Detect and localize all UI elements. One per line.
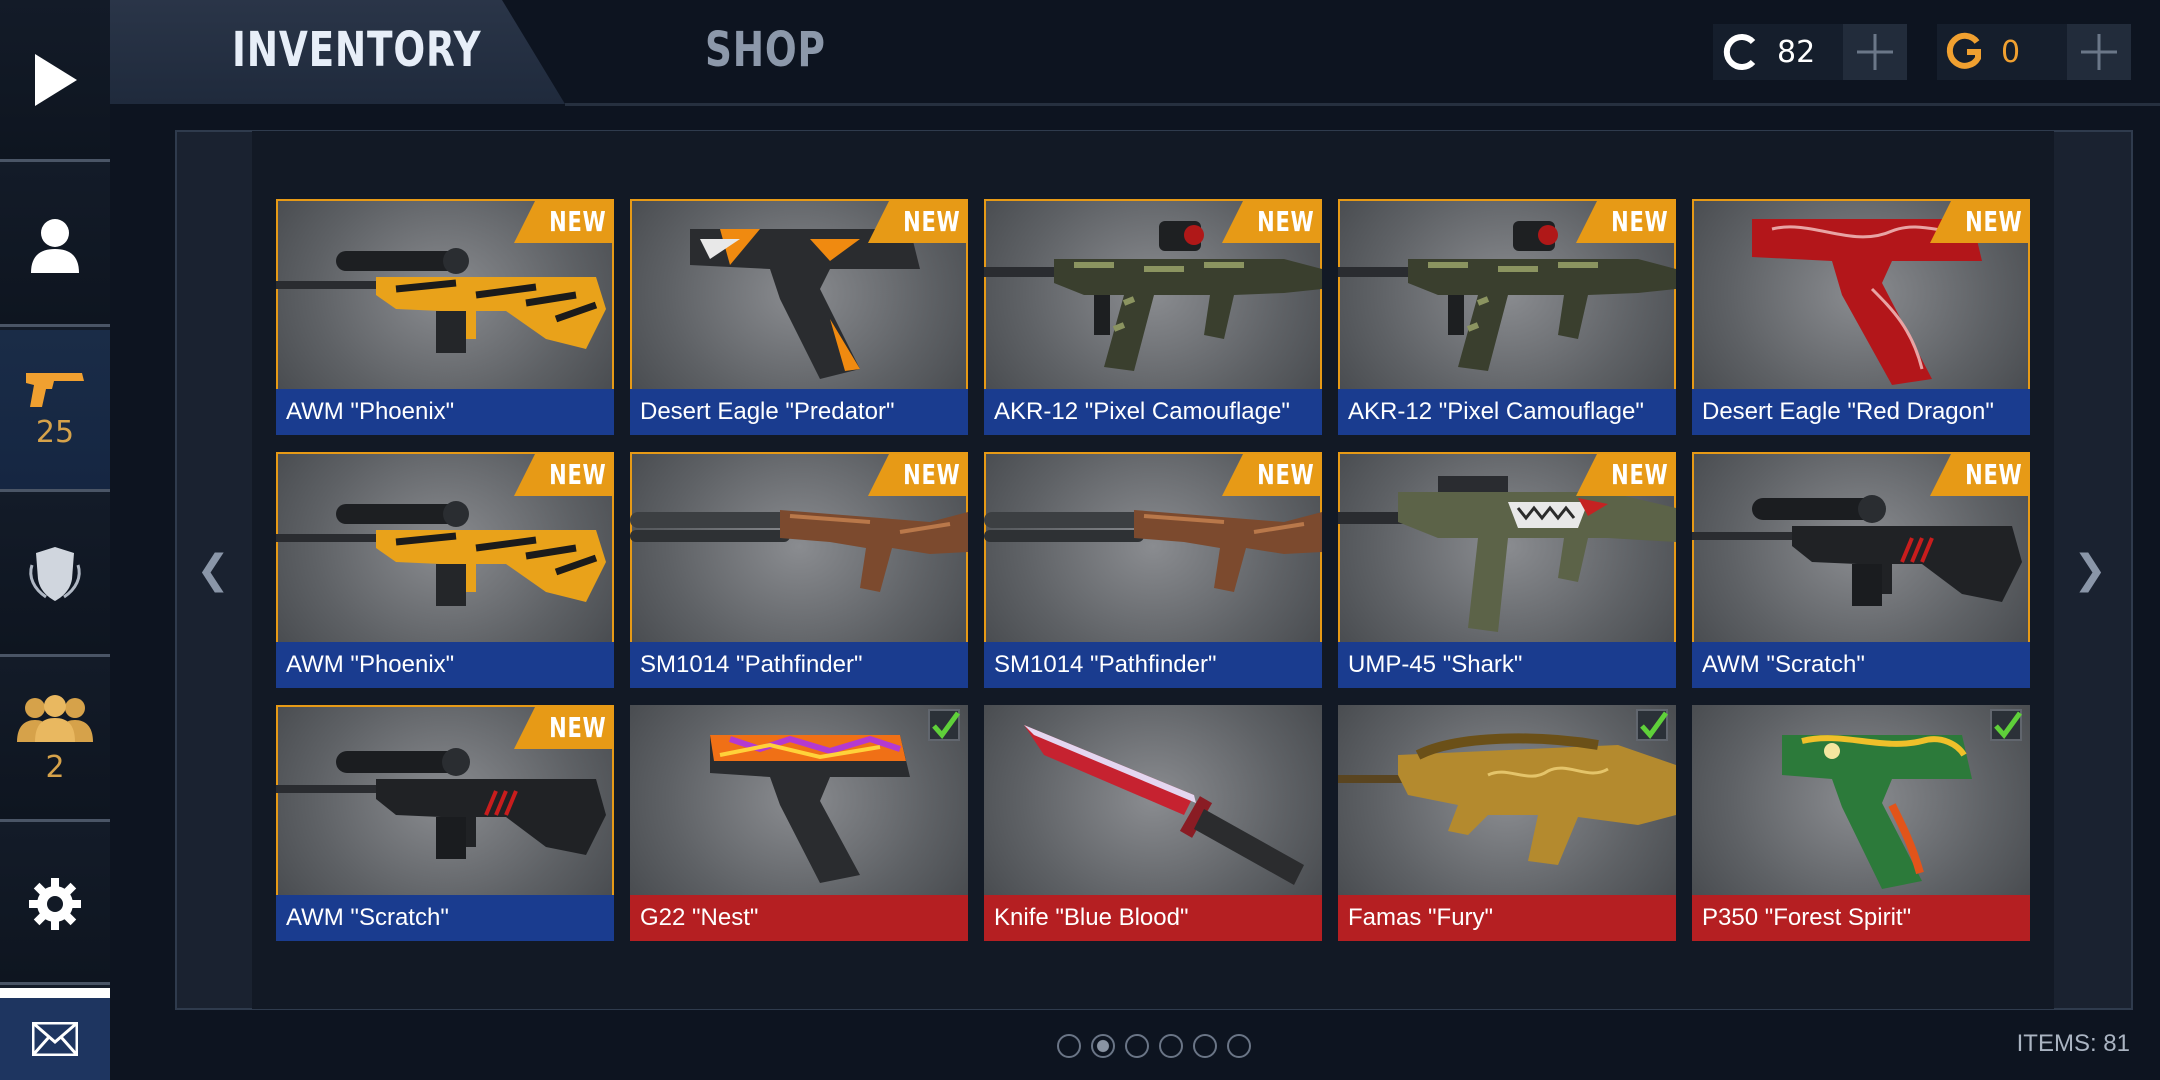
weapon-image xyxy=(1338,733,1676,865)
inventory-item[interactable]: NEW AWM "Phoenix" xyxy=(276,199,614,435)
tab-inventory[interactable]: INVENTORY xyxy=(232,22,481,78)
page-dot[interactable] xyxy=(1193,1034,1217,1058)
gold-counter: 0 xyxy=(1937,24,2131,80)
inventory-item[interactable]: NEW AWM "Phoenix" xyxy=(276,452,614,688)
friends-button[interactable]: 2 xyxy=(0,660,110,822)
weapon-image xyxy=(710,735,910,883)
add-credits-button[interactable] xyxy=(1843,24,1907,80)
plus-icon xyxy=(2081,34,2117,70)
mail-icon xyxy=(32,1022,78,1056)
inventory-item[interactable]: NEW AKR-12 "Pixel Camouflage" xyxy=(984,199,1322,435)
clan-button[interactable] xyxy=(0,495,110,657)
item-name: AWM "Phoenix" xyxy=(276,642,614,688)
equipped-check-icon xyxy=(1636,709,1669,741)
new-badge-label: NEW xyxy=(1964,205,2022,238)
inventory-item[interactable]: Knife "Blue Blood" xyxy=(984,705,1322,941)
item-name: Famas "Fury" xyxy=(1338,895,1676,941)
item-name: AWM "Scratch" xyxy=(1692,642,2030,688)
play-button[interactable] xyxy=(0,0,110,162)
inventory-item[interactable]: NEW SM1014 "Pathfinder" xyxy=(630,452,968,688)
sidebar: 25 2 xyxy=(0,0,110,1080)
inventory-grid: NEW AWM "Phoenix" NEW Desert Eagle "Predat… xyxy=(276,199,2030,941)
gold-icon xyxy=(1937,24,1993,80)
inventory-item[interactable]: NEW AKR-12 "Pixel Camouflage" xyxy=(1338,199,1676,435)
item-name: SM1014 "Pathfinder" xyxy=(630,642,968,688)
item-name: Desert Eagle "Red Dragon" xyxy=(1692,389,2030,435)
inventory-item[interactable]: NEW UMP-45 "Shark" xyxy=(1338,452,1676,688)
shield-icon xyxy=(29,546,81,601)
new-badge-label: NEW xyxy=(1256,458,1314,491)
equipped-check-icon xyxy=(1990,709,2023,741)
divider xyxy=(565,103,2160,106)
item-name: UMP-45 "Shark" xyxy=(1338,642,1676,688)
credits-counter: 82 xyxy=(1713,24,1907,80)
items-count: ITEMS: 81 xyxy=(2016,1030,2130,1057)
inventory-item[interactable]: NEW Desert Eagle "Predator" xyxy=(630,199,968,435)
play-icon xyxy=(35,53,77,106)
item-name: P350 "Forest Spirit" xyxy=(1692,895,2030,941)
inventory-item[interactable]: G22 "Nest" xyxy=(630,705,968,941)
new-badge-label: NEW xyxy=(902,458,960,491)
friends-count: 2 xyxy=(45,750,65,785)
inventory-item[interactable]: NEW AWM "Scratch" xyxy=(1692,452,2030,688)
page-indicator xyxy=(1057,1034,1251,1058)
item-name: AWM "Phoenix" xyxy=(276,389,614,435)
weapons-button[interactable]: 25 xyxy=(0,330,110,492)
item-name: G22 "Nest" xyxy=(630,895,968,941)
item-name: AKR-12 "Pixel Camouflage" xyxy=(1338,389,1676,435)
gear-icon xyxy=(29,877,81,930)
equipped-check-icon xyxy=(928,709,961,741)
user-icon xyxy=(31,218,79,273)
weapon-image xyxy=(1782,735,1972,889)
add-gold-button[interactable] xyxy=(2067,24,2131,80)
new-badge-label: NEW xyxy=(1610,205,1668,238)
inventory-item[interactable]: Famas "Fury" xyxy=(1338,705,1676,941)
plus-icon xyxy=(1857,34,1893,70)
next-page-button[interactable]: ❯ xyxy=(2070,545,2110,595)
mail-button[interactable] xyxy=(0,988,110,1080)
inventory-item[interactable]: NEW Desert Eagle "Red Dragon" xyxy=(1692,199,2030,435)
new-badge-label: NEW xyxy=(902,205,960,238)
pistol-icon xyxy=(26,373,84,407)
friends-icon xyxy=(17,695,93,742)
new-badge-label: NEW xyxy=(1256,205,1314,238)
page-dot[interactable] xyxy=(1091,1034,1115,1058)
inventory-item[interactable]: NEW SM1014 "Pathfinder" xyxy=(984,452,1322,688)
page-dot[interactable] xyxy=(1227,1034,1251,1058)
new-badge-label: NEW xyxy=(548,205,606,238)
settings-button[interactable] xyxy=(0,825,110,985)
item-name: Knife "Blue Blood" xyxy=(984,895,1322,941)
item-name: AKR-12 "Pixel Camouflage" xyxy=(984,389,1322,435)
page-dot[interactable] xyxy=(1159,1034,1183,1058)
new-badge-label: NEW xyxy=(548,458,606,491)
gold-amount: 0 xyxy=(2001,34,2021,70)
inventory-item[interactable]: NEW AWM "Scratch" xyxy=(276,705,614,941)
credits-icon xyxy=(1713,24,1769,80)
weapons-count: 25 xyxy=(35,415,75,450)
inventory-item[interactable]: P350 "Forest Spirit" xyxy=(1692,705,2030,941)
page-dot[interactable] xyxy=(1125,1034,1149,1058)
tab-shop[interactable]: SHOP xyxy=(705,22,826,78)
page-dot[interactable] xyxy=(1057,1034,1081,1058)
item-name: Desert Eagle "Predator" xyxy=(630,389,968,435)
prev-page-button[interactable]: ❮ xyxy=(193,545,233,595)
new-badge-label: NEW xyxy=(1610,458,1668,491)
item-name: SM1014 "Pathfinder" xyxy=(984,642,1322,688)
new-badge-label: NEW xyxy=(1964,458,2022,491)
new-badge-label: NEW xyxy=(548,711,606,744)
credits-amount: 82 xyxy=(1777,34,1816,70)
profile-button[interactable] xyxy=(0,165,110,327)
item-name: AWM "Scratch" xyxy=(276,895,614,941)
weapon-image xyxy=(1024,725,1304,885)
